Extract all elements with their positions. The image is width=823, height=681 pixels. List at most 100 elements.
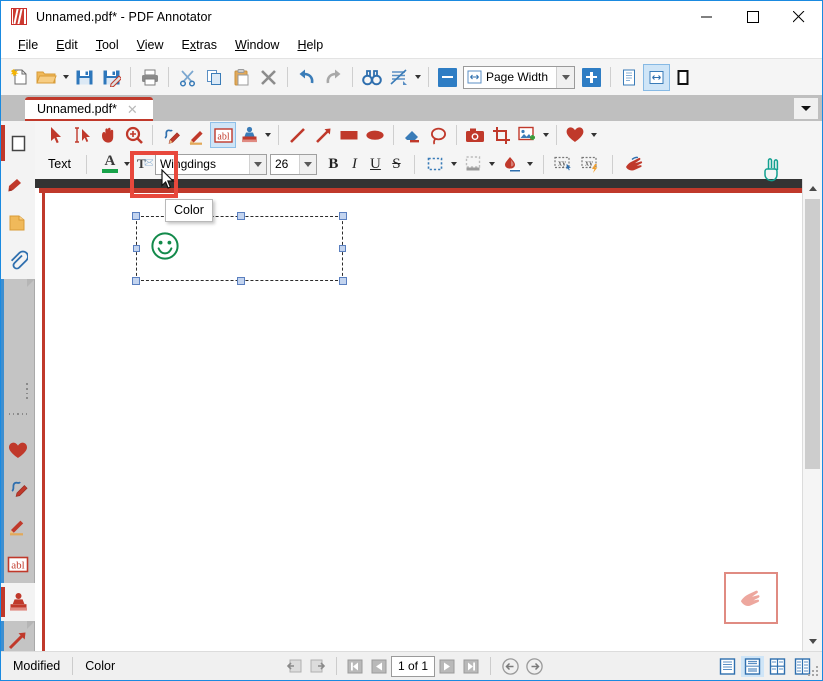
new-page-icon[interactable]: [6, 64, 33, 91]
open-dropdown-caret-icon[interactable]: [60, 64, 71, 91]
single-page-icon[interactable]: [616, 64, 643, 91]
open-folder-icon[interactable]: [33, 64, 60, 91]
history-back-icon[interactable]: [498, 655, 522, 677]
scissors-icon[interactable]: [174, 64, 201, 91]
sidebar-item-favorites[interactable]: [1, 431, 35, 469]
pdf-page[interactable]: [42, 158, 797, 651]
camera-icon[interactable]: [462, 122, 488, 148]
heart-icon[interactable]: [562, 122, 588, 148]
resize-handle-nw[interactable]: [132, 212, 140, 220]
sidebar-item-stamp[interactable]: [1, 583, 35, 629]
layout-continuous-icon[interactable]: [741, 655, 764, 677]
arrow-pointer-icon[interactable]: [43, 122, 69, 148]
dock-grip-dots-vertical[interactable]: [25, 383, 29, 399]
font-face-icon[interactable]: T 🖂: [133, 151, 155, 178]
favorites-dropdown-caret-icon[interactable]: [588, 122, 599, 149]
menu-window[interactable]: Window: [226, 34, 288, 56]
resize-handle-sw[interactable]: [132, 277, 140, 285]
highlighter-pencil-icon[interactable]: [184, 122, 210, 148]
save-as-disk-icon[interactable]: [98, 64, 125, 91]
line-icon[interactable]: [284, 122, 310, 148]
font-family-combo[interactable]: Wingdings: [154, 153, 267, 175]
shading-dropdown-caret-icon[interactable]: [487, 151, 498, 178]
sidebar-item-highlighter[interactable]: [1, 507, 35, 545]
crop-icon[interactable]: [488, 122, 514, 148]
next-page-icon[interactable]: [435, 655, 459, 677]
first-page-icon[interactable]: [343, 655, 367, 677]
close-tab-icon[interactable]: ✕: [127, 103, 138, 116]
strikethrough-button[interactable]: S: [386, 152, 407, 176]
menu-view[interactable]: View: [128, 34, 173, 56]
sidebar-item-attachments[interactable]: [1, 241, 35, 287]
sidebar-item-bookmarks[interactable]: [1, 165, 35, 211]
delete-x-icon[interactable]: [255, 64, 282, 91]
copy-icon[interactable]: [201, 64, 228, 91]
vertical-scrollbar[interactable]: [802, 179, 822, 651]
printer-icon[interactable]: [136, 64, 163, 91]
chevron-up-icon[interactable]: [803, 179, 822, 198]
page-indicator[interactable]: 1 of 1: [390, 655, 435, 677]
lasso-icon[interactable]: [425, 122, 451, 148]
underline-button[interactable]: U: [365, 152, 386, 176]
arrow-shape-icon[interactable]: [310, 122, 336, 148]
stamp-icon[interactable]: [236, 122, 262, 148]
sidebar-item-pages[interactable]: [1, 203, 35, 249]
resize-handle-se[interactable]: [339, 277, 347, 285]
xy-field-icon[interactable]: xy: [551, 151, 578, 178]
add-image-icon[interactable]: [514, 122, 540, 148]
font-family-dropdown-arrow-icon[interactable]: [248, 154, 266, 174]
annotation-selection-box[interactable]: [132, 212, 347, 285]
pan-hand-marker[interactable]: [724, 572, 778, 624]
maximize-icon[interactable]: [730, 1, 776, 32]
clear-annotations-icon[interactable]: [385, 64, 412, 91]
stamp-dropdown-caret-icon[interactable]: [262, 122, 273, 149]
color-dropdown-caret-icon[interactable]: [122, 151, 133, 178]
image-dropdown-caret-icon[interactable]: [540, 122, 551, 149]
fill-dropdown-caret-icon[interactable]: [525, 151, 536, 178]
font-size-combo[interactable]: 26: [269, 153, 317, 175]
shading-icon[interactable]: [460, 151, 487, 178]
red-hand-icon[interactable]: [620, 151, 647, 178]
menu-help[interactable]: Help: [288, 34, 332, 56]
dock-grip-dots[interactable]: [9, 411, 28, 417]
forward-page-icon[interactable]: [306, 655, 330, 677]
blue-pen-icon[interactable]: [158, 122, 184, 148]
resize-handle-e[interactable]: [339, 245, 346, 252]
menu-tool[interactable]: Tool: [87, 34, 128, 56]
menu-edit[interactable]: Edit: [47, 34, 87, 56]
plus-icon[interactable]: [578, 64, 605, 91]
clear-dropdown-caret-icon[interactable]: [412, 64, 423, 91]
border-dropdown-caret-icon[interactable]: [449, 151, 460, 178]
resize-grip-icon[interactable]: [807, 665, 819, 677]
resize-handle-s[interactable]: [237, 277, 245, 285]
zoom-level-combo[interactable]: Page Width: [463, 65, 575, 89]
previous-page-icon[interactable]: [367, 655, 391, 677]
resize-handle-w[interactable]: [133, 245, 140, 252]
close-icon[interactable]: [776, 1, 822, 32]
smiley-face-icon[interactable]: [150, 231, 180, 261]
menu-file[interactable]: File: [9, 34, 47, 56]
paste-clipboard-icon[interactable]: [228, 64, 255, 91]
ink-drop-icon[interactable]: [498, 151, 525, 178]
fullscreen-icon[interactable]: [670, 64, 697, 91]
resize-handle-n[interactable]: [237, 212, 245, 220]
redo-arrow-icon[interactable]: [320, 64, 347, 91]
bold-button[interactable]: B: [323, 152, 344, 176]
page-width-view-icon[interactable]: [643, 63, 670, 91]
history-forward-icon[interactable]: [522, 655, 546, 677]
document-tab[interactable]: Unnamed.pdf* ✕: [25, 97, 153, 121]
save-disk-icon[interactable]: [71, 64, 98, 91]
chevron-down-icon[interactable]: [794, 98, 818, 119]
text-select-icon[interactable]: [69, 122, 95, 148]
chevron-down-icon[interactable]: [803, 632, 822, 651]
eraser-icon[interactable]: [399, 122, 425, 148]
minimize-icon[interactable]: [684, 1, 730, 32]
binoculars-icon[interactable]: [358, 64, 385, 91]
sidebar-item-text[interactable]: abl: [1, 545, 35, 583]
color-button[interactable]: A: [98, 152, 122, 176]
sidebar-item-thumbnails[interactable]: [1, 121, 35, 173]
undo-arrow-icon[interactable]: [293, 64, 320, 91]
italic-button[interactable]: I: [344, 152, 365, 176]
ellipse-icon[interactable]: [362, 122, 388, 148]
back-page-icon[interactable]: [282, 655, 306, 677]
